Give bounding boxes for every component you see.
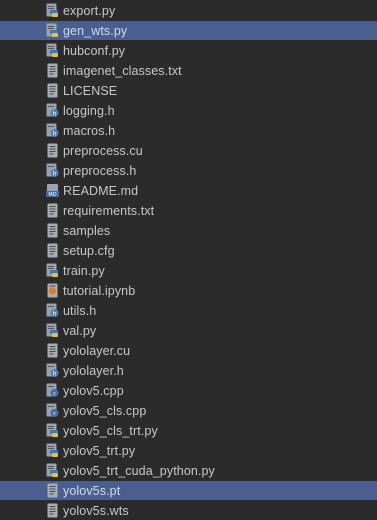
file-name-label: yololayer.cu bbox=[63, 343, 131, 358]
file-tree-item[interactable]: c yolov5_cls.cpp bbox=[0, 401, 377, 420]
file-tree-item[interactable]: h yololayer.h bbox=[0, 361, 377, 380]
python-file-icon bbox=[46, 43, 59, 58]
text-file-icon bbox=[46, 483, 59, 498]
file-name-label: imagenet_classes.txt bbox=[63, 63, 182, 78]
header-file-icon: h bbox=[46, 303, 59, 318]
svg-text:h: h bbox=[53, 110, 57, 117]
file-name-label: yolov5s.wts bbox=[63, 503, 129, 518]
file-tree-item[interactable]: yolov5s.pt bbox=[0, 481, 377, 500]
file-tree-item[interactable]: val.py bbox=[0, 321, 377, 340]
file-name-label: yolov5_cls_trt.py bbox=[63, 423, 158, 438]
python-file-icon bbox=[46, 23, 59, 38]
file-name-label: train.py bbox=[63, 263, 105, 278]
file-tree-item[interactable]: hubconf.py bbox=[0, 41, 377, 60]
file-name-label: macros.h bbox=[63, 123, 116, 138]
file-tree-item[interactable]: LICENSE bbox=[0, 81, 377, 100]
file-name-label: hubconf.py bbox=[63, 43, 126, 58]
file-name-label: yolov5_trt.py bbox=[63, 443, 136, 458]
header-file-icon: h bbox=[46, 103, 59, 118]
header-file-icon: h bbox=[46, 163, 59, 178]
python-file-icon bbox=[46, 463, 59, 478]
svg-text:c: c bbox=[53, 411, 56, 417]
svg-text:c: c bbox=[53, 391, 56, 397]
project-file-tree: export.py gen_wts.py hubconf.py imagenet_cl… bbox=[0, 0, 377, 520]
file-name-label: yolov5.cpp bbox=[63, 383, 124, 398]
file-name-label: export.py bbox=[63, 3, 116, 18]
file-name-label: yolov5_trt_cuda_python.py bbox=[63, 463, 215, 478]
text-file-icon bbox=[46, 223, 59, 238]
text-file-icon bbox=[46, 143, 59, 158]
text-file-icon bbox=[46, 203, 59, 218]
file-name-label: README.md bbox=[63, 183, 139, 198]
file-name-label: logging.h bbox=[63, 103, 115, 118]
file-tree-item[interactable]: gen_wts.py bbox=[0, 21, 377, 40]
header-file-icon: h bbox=[46, 363, 59, 378]
file-name-label: yolov5s.pt bbox=[63, 483, 121, 498]
file-name-label: tutorial.ipynb bbox=[63, 283, 136, 298]
notebook-file-icon bbox=[46, 283, 59, 298]
python-file-icon bbox=[46, 3, 59, 18]
file-name-label: LICENSE bbox=[63, 83, 118, 98]
file-name-label: yolov5_cls.cpp bbox=[63, 403, 147, 418]
text-file-icon bbox=[46, 343, 59, 358]
file-tree-item[interactable]: h utils.h bbox=[0, 301, 377, 320]
file-name-label: requirements.txt bbox=[63, 203, 155, 218]
file-name-label: val.py bbox=[63, 323, 97, 338]
text-file-icon bbox=[46, 243, 59, 258]
file-name-label: preprocess.h bbox=[63, 163, 137, 178]
python-file-icon bbox=[46, 423, 59, 438]
file-tree-item[interactable]: yolov5s.wts bbox=[0, 501, 377, 520]
text-file-icon bbox=[46, 503, 59, 518]
cpp-file-icon: c bbox=[46, 383, 59, 398]
file-tree-item[interactable]: c yolov5.cpp bbox=[0, 381, 377, 400]
file-tree-item[interactable]: tutorial.ipynb bbox=[0, 281, 377, 300]
file-tree-item[interactable]: imagenet_classes.txt bbox=[0, 61, 377, 80]
file-tree-item[interactable]: export.py bbox=[0, 1, 377, 20]
markdown-file-icon: MD bbox=[46, 183, 59, 198]
file-tree-item[interactable]: yolov5_trt.py bbox=[0, 441, 377, 460]
file-tree-item[interactable]: setup.cfg bbox=[0, 241, 377, 260]
file-tree-item[interactable]: yolov5_cls_trt.py bbox=[0, 421, 377, 440]
file-tree-item[interactable]: yolov5_trt_cuda_python.py bbox=[0, 461, 377, 480]
file-tree-item[interactable]: h preprocess.h bbox=[0, 161, 377, 180]
svg-text:h: h bbox=[53, 370, 57, 377]
file-tree-item[interactable]: train.py bbox=[0, 261, 377, 280]
file-name-label: setup.cfg bbox=[63, 243, 115, 258]
python-file-icon bbox=[46, 263, 59, 278]
python-file-icon bbox=[46, 323, 59, 338]
text-file-icon bbox=[46, 63, 59, 78]
svg-text:h: h bbox=[53, 310, 57, 317]
file-tree-item[interactable]: samples bbox=[0, 221, 377, 240]
file-name-label: preprocess.cu bbox=[63, 143, 143, 158]
file-tree-item[interactable]: h macros.h bbox=[0, 121, 377, 140]
header-file-icon: h bbox=[46, 123, 59, 138]
file-tree-item[interactable]: requirements.txt bbox=[0, 201, 377, 220]
svg-text:MD: MD bbox=[48, 192, 56, 198]
svg-text:h: h bbox=[53, 170, 57, 177]
file-tree-item[interactable]: preprocess.cu bbox=[0, 141, 377, 160]
file-name-label: utils.h bbox=[63, 303, 97, 318]
text-file-icon bbox=[46, 83, 59, 98]
cpp-file-icon: c bbox=[46, 403, 59, 418]
file-tree-item[interactable]: yololayer.cu bbox=[0, 341, 377, 360]
file-tree-item[interactable]: MD README.md bbox=[0, 181, 377, 200]
file-name-label: samples bbox=[63, 223, 111, 238]
file-name-label: gen_wts.py bbox=[63, 23, 128, 38]
file-name-label: yololayer.h bbox=[63, 363, 124, 378]
svg-text:h: h bbox=[53, 130, 57, 137]
python-file-icon bbox=[46, 443, 59, 458]
file-tree-item[interactable]: h logging.h bbox=[0, 101, 377, 120]
